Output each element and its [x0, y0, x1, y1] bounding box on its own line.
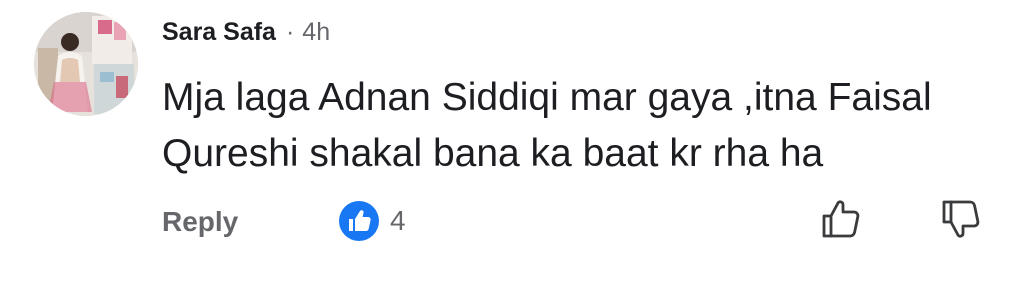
separator-dot: · [285, 17, 295, 46]
comment-header: Sara Safa · 4h [162, 14, 330, 50]
comment: Sara Safa · 4h Mja laga Adnan Siddiqi ma… [0, 0, 1024, 290]
comment-text: Mja laga Adnan Siddiqi mar gaya ,itna Fa… [162, 76, 932, 175]
avatar[interactable] [34, 12, 138, 116]
comment-actions: Reply [162, 202, 238, 242]
like-reaction-icon [339, 201, 379, 241]
timestamp[interactable]: 4h [302, 18, 330, 47]
thumbs-up-button[interactable] [818, 196, 864, 242]
author-name[interactable]: Sara Safa [162, 18, 276, 47]
profile-photo-icon [34, 12, 138, 116]
thumbs-up-icon [822, 200, 860, 238]
reaction-summary[interactable]: 4 [338, 200, 406, 242]
reply-button[interactable]: Reply [162, 206, 238, 238]
reaction-count: 4 [390, 205, 406, 236]
thumbs-down-button[interactable] [938, 196, 984, 242]
thumbs-down-icon [942, 200, 980, 238]
